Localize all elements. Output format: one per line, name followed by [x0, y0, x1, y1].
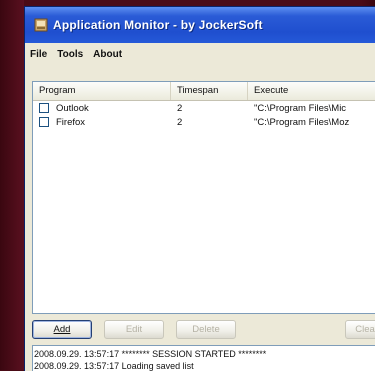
menu-bar: File Tools About — [25, 43, 375, 65]
edit-button[interactable]: Edit — [104, 319, 164, 339]
log-line: 2008.09.29. 13:57:17 Loading saved list — [34, 361, 194, 371]
timespan-cell: 2 — [177, 116, 183, 128]
column-header-execute[interactable]: Execute — [248, 82, 375, 100]
application-monitor-window: Application Monitor - by JockerSoft File… — [24, 6, 375, 371]
delete-button[interactable]: Delete — [176, 319, 236, 339]
application-monitor-icon — [34, 18, 48, 32]
log-panel[interactable]: 2008.09.29. 13:57:17 ******** SESSION ST… — [32, 345, 375, 371]
log-line: 2008.09.29. 13:57:17 ******** SESSION ST… — [34, 349, 267, 359]
button-bar: Add Edit Delete Clea — [32, 318, 375, 340]
execute-cell: "C:\Program Files\Moz — [254, 116, 350, 128]
program-name: Firefox — [56, 116, 86, 128]
menu-about[interactable]: About — [89, 49, 128, 60]
table-row[interactable]: Outlook 2 "C:\Program Files\Mic — [33, 101, 375, 115]
table-row[interactable]: Firefox 2 "C:\Program Files\Moz — [33, 115, 375, 129]
menu-file[interactable]: File — [25, 49, 53, 60]
list-header: Program Timespan Execute — [33, 82, 375, 101]
timespan-cell: 2 — [177, 102, 183, 114]
desktop-background-left — [0, 0, 24, 370]
menu-tools[interactable]: Tools — [53, 49, 89, 60]
clear-button[interactable]: Clea — [345, 319, 375, 339]
program-cell: Firefox — [33, 117, 171, 128]
title-bar[interactable]: Application Monitor - by JockerSoft — [25, 7, 375, 43]
column-header-program[interactable]: Program — [33, 82, 171, 100]
add-button[interactable]: Add — [32, 319, 92, 339]
column-header-timespan[interactable]: Timespan — [171, 82, 248, 100]
execute-cell: "C:\Program Files\Mic — [254, 102, 347, 114]
window-title: Application Monitor - by JockerSoft — [53, 18, 263, 32]
program-list[interactable]: Program Timespan Execute Outlook 2 "C:\P… — [32, 81, 375, 314]
program-name: Outlook — [56, 102, 89, 114]
row-checkbox[interactable] — [39, 103, 49, 113]
row-checkbox[interactable] — [39, 117, 49, 127]
program-cell: Outlook — [33, 103, 171, 114]
